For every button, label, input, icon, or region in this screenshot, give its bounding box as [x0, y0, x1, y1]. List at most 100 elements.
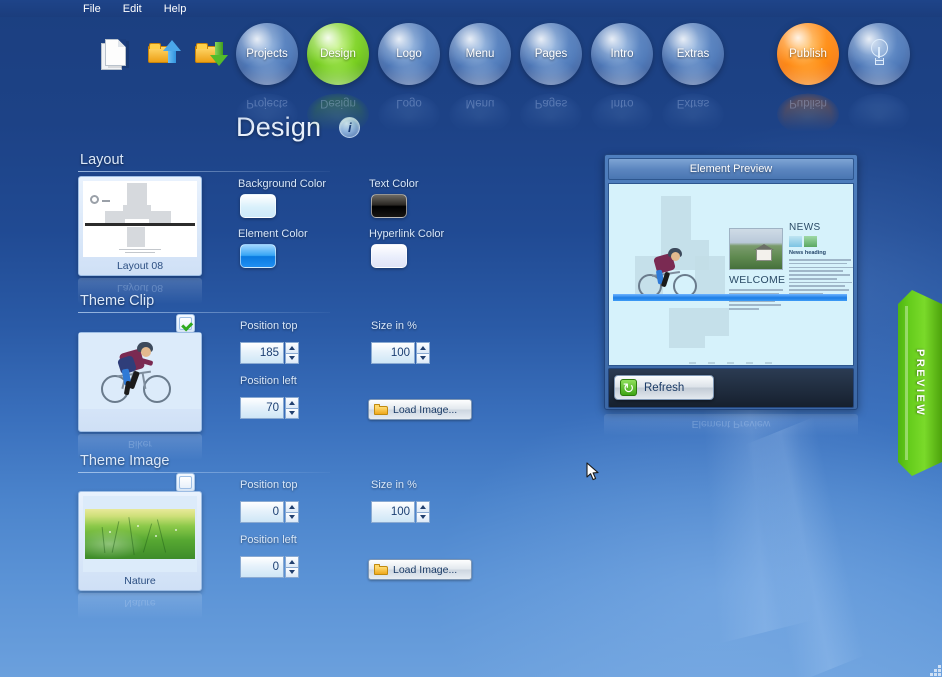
nav-label-logo[interactable]: Logo	[378, 23, 440, 85]
spinner-down-icon[interactable]	[285, 352, 299, 364]
nav-button-pages[interactable]: Pages Pages	[520, 23, 582, 135]
theme-image-thumbnail-mirror	[78, 593, 202, 619]
nav-button-projects[interactable]: Projects Projects	[236, 23, 298, 135]
label-image-position-left: Position left	[240, 534, 297, 546]
nav-button-publish[interactable]: Publish Publish	[777, 23, 839, 135]
preview-welcome-heading: WELCOME	[729, 274, 786, 286]
spinner-up-icon[interactable]	[416, 342, 430, 353]
label-element-color: Element Color	[238, 228, 308, 240]
swatch-element-color[interactable]	[240, 244, 276, 268]
nav-reflection-logo	[378, 93, 440, 135]
menu-item-help[interactable]: Help	[161, 2, 190, 16]
nav-label-pages[interactable]: Pages	[520, 23, 582, 85]
label-image-position-top: Position top	[240, 479, 298, 491]
input-image-position-left[interactable]: 0	[240, 556, 299, 578]
spinner-up-icon[interactable]	[285, 501, 299, 512]
layout-thumbnail-card[interactable]: Layout 08	[78, 176, 202, 276]
theme-clip-checkbox[interactable]	[176, 314, 195, 333]
nav-button-tips[interactable]	[848, 23, 910, 135]
preview-side-tab[interactable]: PREVIEW	[898, 290, 942, 476]
label-text-color: Text Color	[369, 178, 419, 190]
nav-button-design[interactable]: Design Design	[307, 23, 369, 135]
preview-news-subheading: News heading	[789, 250, 826, 256]
nav-button-extras[interactable]: Extras Extras	[662, 23, 724, 135]
label-clip-position-left: Position left	[240, 375, 297, 387]
nav-button-menu[interactable]: Menu Menu	[449, 23, 511, 135]
nav-label-extras[interactable]: Extras	[662, 23, 724, 85]
nav-button-logo[interactable]: Logo Logo	[378, 23, 440, 135]
nav-reflection-label-projects: Projects	[246, 97, 288, 109]
theme-image-checkbox[interactable]	[176, 473, 195, 492]
page-title: Design	[236, 112, 322, 142]
nav-label-intro[interactable]: Intro	[591, 23, 653, 85]
element-preview-canvas[interactable]: NEWS News heading WELCOME	[608, 183, 854, 366]
element-preview-mirror-caption: Element Preview	[691, 418, 771, 430]
nav-reflection-label-pages: Pages	[534, 97, 568, 109]
nav-label-projects[interactable]: Projects	[236, 23, 298, 85]
refresh-icon	[620, 379, 637, 396]
lightbulb-icon	[866, 39, 892, 69]
preview-accent-bar	[613, 294, 847, 301]
image-load-image-button[interactable]: Load Image...	[368, 559, 472, 580]
layout-thumbnail-image	[83, 181, 197, 257]
spinner-down-icon[interactable]	[416, 352, 430, 364]
theme-image-thumbnail-card[interactable]: Nature	[78, 491, 202, 591]
tips-button-surface[interactable]	[848, 23, 910, 85]
label-clip-size: Size in %	[371, 320, 417, 332]
clip-load-image-button[interactable]: Load Image...	[368, 399, 472, 420]
element-preview-footer: Refresh	[608, 368, 854, 408]
input-clip-position-left[interactable]: 70	[240, 397, 299, 419]
layout-thumbnail-caption: Layout 08	[116, 260, 164, 272]
arrow-up-icon	[163, 40, 181, 66]
spinner-up-icon[interactable]	[416, 501, 430, 512]
info-icon[interactable]: i	[339, 117, 361, 138]
section-theme-image: Theme Image	[78, 453, 330, 473]
nav-label-menu[interactable]: Menu	[449, 23, 511, 85]
input-image-size[interactable]: 100	[371, 501, 430, 523]
publish-label[interactable]: Publish	[777, 23, 839, 85]
nav-label-design[interactable]: Design	[307, 23, 369, 85]
input-clip-position-top-value[interactable]: 185	[240, 342, 284, 364]
spinner-up-icon[interactable]	[285, 556, 299, 567]
spinner-up-icon[interactable]	[285, 397, 299, 408]
swatch-text-color[interactable]	[371, 194, 407, 218]
input-clip-position-top[interactable]: 185	[240, 342, 299, 364]
nav-reflection-label-publish: Publish	[789, 97, 827, 109]
nav-reflection-menu	[449, 93, 511, 135]
window-resize-grip[interactable]	[926, 661, 941, 676]
input-clip-size[interactable]: 100	[371, 342, 430, 364]
input-clip-position-left-value[interactable]: 70	[240, 397, 284, 419]
theme-clip-thumbnail-card[interactable]: Biker	[78, 332, 202, 432]
input-image-position-left-value[interactable]: 0	[240, 556, 284, 578]
swatch-hyperlink-color[interactable]	[371, 244, 407, 268]
preview-footer-dots	[689, 362, 772, 364]
menu-item-file[interactable]: File	[80, 2, 104, 16]
refresh-label: Refresh	[644, 381, 685, 394]
menu-item-edit[interactable]: Edit	[120, 2, 145, 16]
input-clip-size-value[interactable]: 100	[371, 342, 415, 364]
open-project-button[interactable]	[147, 36, 183, 72]
section-header-layout: Layout	[80, 152, 124, 168]
save-project-button[interactable]	[194, 36, 230, 72]
nature-photo	[85, 509, 195, 559]
input-image-size-value[interactable]: 100	[371, 501, 415, 523]
spinner-down-icon[interactable]	[285, 511, 299, 523]
element-preview-panel: Element Preview NEWS News heading WELCOM…	[604, 154, 858, 410]
nav-reflection-label-extras: Extras	[676, 97, 710, 109]
checkbox-empty-icon	[179, 476, 192, 489]
new-document-icon	[105, 39, 126, 66]
new-document-button[interactable]	[100, 36, 136, 72]
refresh-button[interactable]: Refresh	[614, 375, 714, 400]
spinner-down-icon[interactable]	[416, 511, 430, 523]
input-image-position-top-value[interactable]: 0	[240, 501, 284, 523]
spinner-up-icon[interactable]	[285, 342, 299, 353]
input-image-position-top[interactable]: 0	[240, 501, 299, 523]
label-clip-position-top: Position top	[240, 320, 298, 332]
swatch-background-color[interactable]	[240, 194, 276, 218]
clip-load-image-label: Load Image...	[393, 403, 458, 416]
folder-icon	[374, 564, 388, 575]
nav-reflection-label-intro: Intro	[610, 97, 634, 109]
spinner-down-icon[interactable]	[285, 566, 299, 578]
spinner-down-icon[interactable]	[285, 407, 299, 419]
nav-button-intro[interactable]: Intro Intro	[591, 23, 653, 135]
